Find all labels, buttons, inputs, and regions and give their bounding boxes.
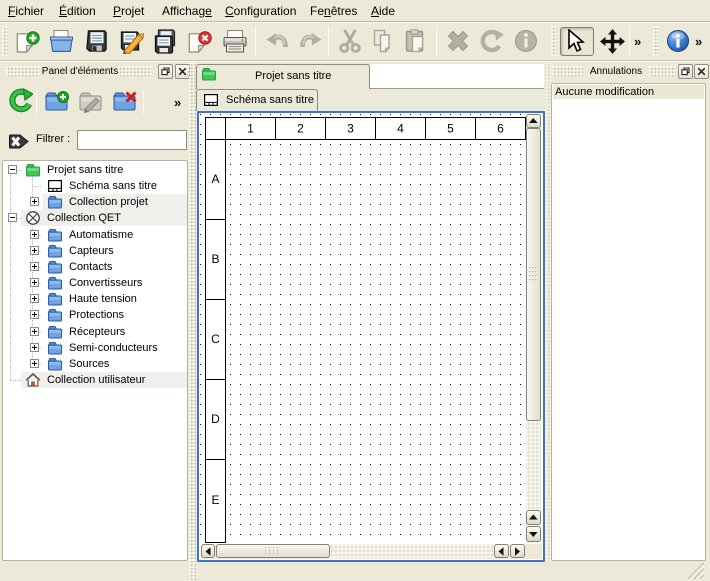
svg-text:4: 4 (397, 122, 404, 136)
svg-text:6: 6 (497, 122, 504, 136)
svg-text:2: 2 (297, 122, 304, 136)
svg-text:1: 1 (247, 122, 254, 136)
svg-text:E: E (211, 493, 219, 507)
svg-text:D: D (211, 412, 220, 426)
svg-text:5: 5 (447, 122, 454, 136)
svg-text:B: B (211, 252, 219, 266)
svg-text:A: A (211, 172, 219, 186)
svg-text:C: C (211, 332, 220, 346)
svg-text:3: 3 (347, 122, 354, 136)
